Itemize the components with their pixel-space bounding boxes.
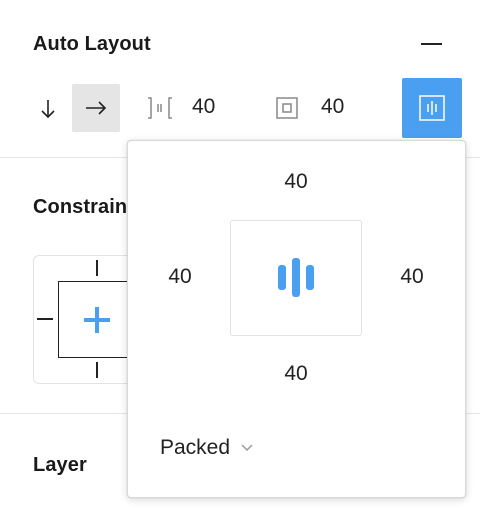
padding-right-input[interactable]: 40 (382, 265, 442, 289)
auto-layout-title: Auto Layout (33, 33, 151, 55)
alignment-settings-button[interactable] (402, 78, 462, 138)
arrow-right-icon (86, 101, 107, 115)
distribution-label: Packed (160, 436, 231, 459)
chevron-down-icon (241, 444, 253, 452)
layer-title: Layer (33, 454, 87, 476)
constraints-title: Constrain (33, 196, 128, 218)
remove-auto-layout-button[interactable] (421, 43, 442, 45)
horizontal-direction-button[interactable] (72, 84, 120, 132)
constraint-bottom-handle[interactable] (96, 362, 98, 378)
padding-icon (276, 97, 298, 124)
arrow-down-icon (41, 100, 55, 119)
alignment-center-icon[interactable] (277, 258, 317, 303)
constraint-left-handle[interactable] (37, 318, 53, 320)
padding-top-input[interactable]: 40 (266, 170, 326, 194)
spacing-icon (146, 97, 174, 124)
constraint-top-handle[interactable] (96, 260, 98, 276)
vertical-direction-button[interactable] (30, 86, 66, 132)
padding-input[interactable]: 40 (321, 95, 344, 119)
plus-icon[interactable] (82, 305, 112, 340)
padding-left-input[interactable]: 40 (150, 265, 210, 289)
padding-bottom-input[interactable]: 40 (266, 362, 326, 386)
spacing-input[interactable]: 40 (192, 95, 215, 119)
distribution-dropdown[interactable]: Packed (160, 436, 254, 460)
alignment-settings-icon (419, 95, 445, 121)
